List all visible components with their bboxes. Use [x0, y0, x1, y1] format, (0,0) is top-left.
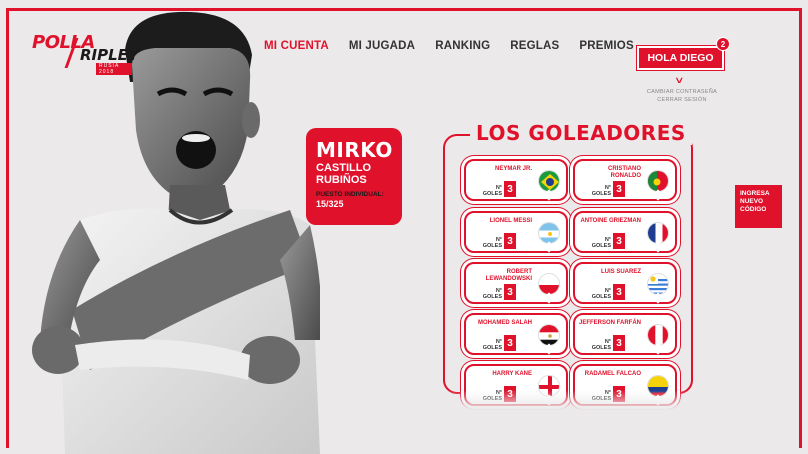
scorer-card[interactable]: ROBERT LEWANDOWSKI N° GOLES 3 — [464, 262, 568, 304]
scorer-card[interactable]: LIONEL MESSI N° GOLES 3 — [464, 211, 568, 253]
goals-label: N°GOLES — [591, 339, 611, 351]
rank-label: PUESTO INDIVIDUAL: — [316, 191, 384, 198]
goals-count: 3 — [504, 181, 516, 197]
goals-label: N°GOLES — [591, 288, 611, 300]
profile-card: MIRKO CASTILLO RUBIÑOS PUESTO INDIVIDUAL… — [306, 128, 402, 225]
scorer-name: RADAMEL FALCAO — [584, 371, 641, 377]
new-code-line-1: INGRESA — [740, 190, 770, 197]
notification-badge[interactable]: 2 — [716, 37, 730, 51]
scorer-card[interactable]: MOHAMED SALAH N° GOLES 3 — [464, 313, 568, 355]
goals-label: N°GOLES — [591, 185, 611, 197]
goals-label: N°GOLES — [482, 288, 502, 300]
goals-count: 3 — [504, 335, 516, 351]
profile-last-name-1: CASTILLO — [316, 162, 371, 174]
player-photo — [32, 11, 320, 454]
scorer-name: LUIS SUAREZ — [600, 269, 641, 275]
scorer-card[interactable]: ANTOINE GRIEZMAN N° GOLES 3 — [573, 211, 677, 253]
scorer-name: CRISTIANO RONALDO — [608, 166, 641, 179]
nav-mi-jugada[interactable]: MI JUGADA — [349, 40, 415, 52]
nav-mi-cuenta[interactable]: MI CUENTA — [264, 40, 329, 52]
goals-label: N°GOLES — [482, 185, 502, 197]
new-code-line-2: NUEVO — [740, 198, 764, 205]
nav-reglas[interactable]: REGLAS — [510, 40, 559, 52]
main-nav: MI CUENTA MI JUGADA RANKING REGLAS PREMI… — [264, 40, 634, 52]
goals-count: 3 — [504, 233, 516, 249]
scorer-card[interactable]: CRISTIANO RONALDO N° GOLES 3 — [573, 159, 677, 201]
scorer-card[interactable]: NEYMAR JR. N° GOLES 3 — [464, 159, 568, 201]
scorer-card[interactable]: LUIS SUAREZ N° GOLES 3 — [573, 262, 677, 304]
user-menu-button[interactable]: HOLA DIEGO — [637, 46, 724, 70]
account-links: CAMBIAR CONTRASEÑA CERRAR SESIÓN — [630, 88, 734, 104]
rank-value: 15/325 — [316, 199, 344, 209]
polla-ripley-logo[interactable]: POLLA RIPLEY RUSIA 2018 — [32, 32, 139, 75]
scorer-name: JEFFERSON FARFÁN — [578, 320, 641, 326]
scorer-name: NEYMAR JR. — [494, 166, 532, 172]
scorer-name: ROBERT LEWANDOWSKI — [485, 269, 532, 282]
logo-ripley-text: RIPLEY — [80, 46, 139, 64]
nav-premios[interactable]: PREMIOS — [579, 40, 633, 52]
goals-label: N°GOLES — [591, 237, 611, 249]
goals-count: 3 — [613, 284, 625, 300]
logo-subtitle: RUSIA 2018 — [96, 63, 132, 75]
goals-count: 3 — [613, 335, 625, 351]
goals-label: N°GOLES — [482, 339, 502, 351]
scorer-name: ANTOINE GRIEZMAN — [580, 218, 641, 224]
goals-count: 3 — [504, 284, 516, 300]
profile-last-name-2: RUBIÑOS — [316, 174, 367, 186]
scroll-fade — [443, 390, 693, 410]
scorers-title: LOS GOLEADORES — [470, 121, 692, 145]
scorer-card[interactable]: JEFFERSON FARFÁN N° GOLES 3 — [573, 313, 677, 355]
goals-label: N°GOLES — [482, 237, 502, 249]
nav-ranking[interactable]: RANKING — [435, 40, 490, 52]
new-code-button[interactable]: INGRESA NUEVO CÓDIGO — [735, 185, 782, 228]
scorer-name: HARRY KANE — [492, 371, 532, 377]
goals-count: 3 — [613, 181, 625, 197]
scorer-name: LIONEL MESSI — [489, 218, 532, 224]
scorer-name: MOHAMED SALAH — [478, 320, 532, 326]
goals-count: 3 — [613, 233, 625, 249]
logout-link[interactable]: CERRAR SESIÓN — [630, 96, 734, 104]
change-password-link[interactable]: CAMBIAR CONTRASEÑA — [630, 88, 734, 96]
profile-first-name: MIRKO — [316, 138, 393, 162]
new-code-line-3: CÓDIGO — [740, 206, 767, 213]
chevron-down-icon[interactable]: ∨ — [674, 75, 685, 86]
